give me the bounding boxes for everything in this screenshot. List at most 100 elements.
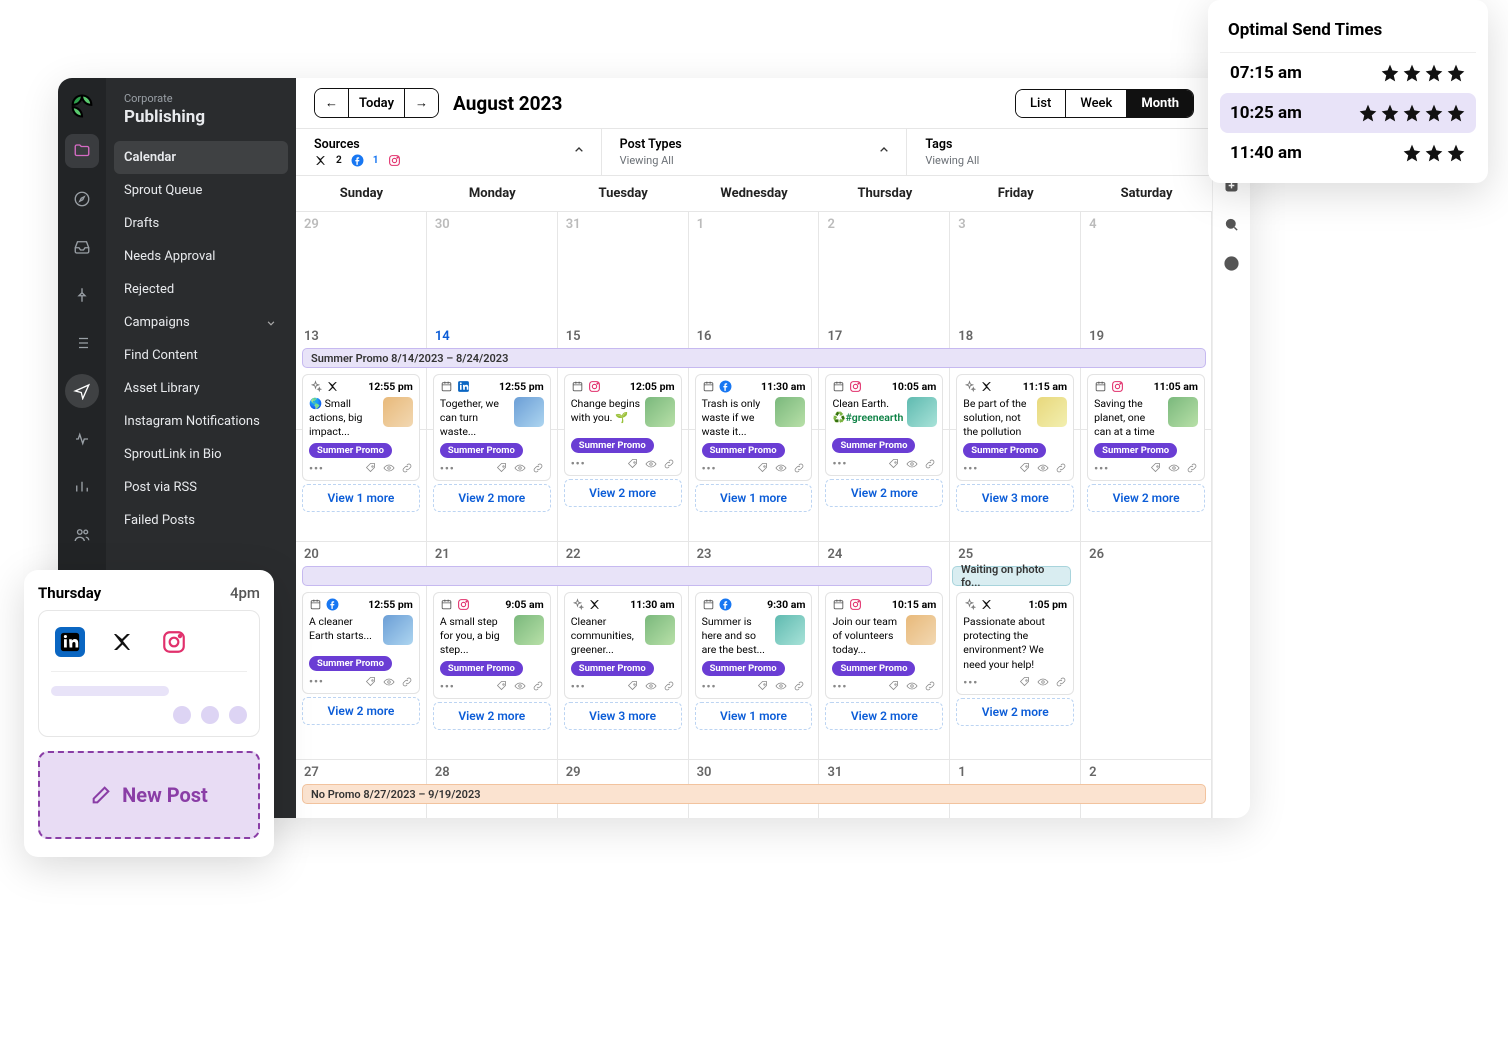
link-icon[interactable]: [1055, 676, 1067, 688]
view-more-button[interactable]: View 1 more: [302, 484, 420, 512]
campaign-band-no-promo[interactable]: No Promo 8/27/2023 – 9/19/2023: [302, 784, 1206, 804]
more-menu[interactable]: •••: [832, 680, 847, 693]
sidebar-item-sprout-queue[interactable]: Sprout Queue: [114, 174, 288, 207]
view-more-button[interactable]: View 2 more: [564, 479, 682, 507]
post-card[interactable]: 12:05 pm Change begins with you. 🌱 Summe…: [564, 374, 682, 476]
ost-row[interactable]: 10:25 am: [1220, 93, 1476, 133]
tag-icon[interactable]: [1019, 462, 1031, 474]
note-band-waiting[interactable]: Waiting on photo fo...: [952, 566, 1071, 586]
eye-icon[interactable]: [383, 676, 395, 688]
eye-icon[interactable]: [1037, 462, 1049, 474]
tag-icon[interactable]: [888, 458, 900, 470]
eye-icon[interactable]: [775, 680, 787, 692]
prev-button[interactable]: ←: [315, 89, 348, 117]
view-week[interactable]: Week: [1065, 90, 1126, 117]
eye-icon[interactable]: [383, 462, 395, 474]
ost-row[interactable]: 07:15 am: [1220, 53, 1476, 93]
tag-icon[interactable]: [1150, 462, 1162, 474]
post-card[interactable]: 12:55 pm Together, we can turn waste... …: [433, 374, 551, 481]
eye-icon[interactable]: [645, 458, 657, 470]
view-more-button[interactable]: View 1 more: [695, 484, 813, 512]
link-icon[interactable]: [793, 462, 805, 474]
more-menu[interactable]: •••: [440, 680, 455, 693]
nav-compass-icon[interactable]: [65, 182, 99, 216]
nav-inbox-icon[interactable]: [65, 230, 99, 264]
view-more-button[interactable]: View 1 more: [695, 702, 813, 730]
view-month[interactable]: Month: [1126, 90, 1193, 117]
sidebar-item-post-via-rss[interactable]: Post via RSS: [114, 471, 288, 504]
more-menu[interactable]: •••: [571, 457, 586, 470]
link-icon[interactable]: [663, 458, 675, 470]
more-menu[interactable]: •••: [832, 457, 847, 470]
link-icon[interactable]: [532, 680, 544, 692]
filter-tags[interactable]: Tags Viewing All: [907, 129, 1212, 175]
link-icon[interactable]: [924, 680, 936, 692]
eye-icon[interactable]: [645, 680, 657, 692]
link-icon[interactable]: [532, 462, 544, 474]
linkedin-icon[interactable]: [55, 627, 85, 657]
view-more-button[interactable]: View 2 more: [825, 702, 943, 730]
view-more-button[interactable]: View 2 more: [825, 479, 943, 507]
more-menu[interactable]: •••: [702, 680, 717, 693]
more-menu[interactable]: •••: [309, 675, 324, 688]
sidebar-item-find-content[interactable]: Find Content: [114, 339, 288, 372]
view-more-button[interactable]: View 2 more: [302, 697, 420, 725]
more-menu[interactable]: •••: [702, 462, 717, 475]
view-more-button[interactable]: View 3 more: [564, 702, 682, 730]
eye-icon[interactable]: [514, 680, 526, 692]
post-card[interactable]: 11:05 am Saving the planet, one can at a…: [1087, 374, 1205, 481]
filter-post-types[interactable]: Post Types Viewing All: [602, 129, 908, 175]
post-card[interactable]: 12:55 pm A cleaner Earth starts... Summe…: [302, 592, 420, 694]
x-icon[interactable]: [107, 627, 137, 657]
post-card[interactable]: 9:30 am Summer is here and so are the be…: [695, 592, 813, 699]
eye-icon[interactable]: [1037, 676, 1049, 688]
view-more-button[interactable]: View 2 more: [433, 484, 551, 512]
search-icon[interactable]: [1223, 216, 1240, 237]
eye-icon[interactable]: [775, 462, 787, 474]
nav-pulse-icon[interactable]: [65, 422, 99, 456]
view-more-button[interactable]: View 2 more: [1087, 484, 1205, 512]
filter-sources[interactable]: Sources 2 1: [296, 129, 602, 175]
nav-people-icon[interactable]: [65, 518, 99, 552]
tag-icon[interactable]: [757, 462, 769, 474]
sidebar-item-calendar[interactable]: Calendar: [114, 141, 288, 174]
nav-send-icon[interactable]: [65, 374, 99, 408]
sidebar-item-asset-library[interactable]: Asset Library: [114, 372, 288, 405]
eye-icon[interactable]: [906, 680, 918, 692]
eye-icon[interactable]: [906, 458, 918, 470]
sidebar-item-campaigns[interactable]: Campaigns: [114, 306, 288, 339]
more-menu[interactable]: •••: [963, 462, 978, 475]
help-icon[interactable]: [1223, 255, 1240, 276]
post-card[interactable]: 11:15 am Be part of the solution, not th…: [956, 374, 1074, 481]
nav-bars-icon[interactable]: [65, 470, 99, 504]
view-more-button[interactable]: View 2 more: [956, 698, 1074, 726]
more-menu[interactable]: •••: [1094, 462, 1109, 475]
link-icon[interactable]: [663, 680, 675, 692]
campaign-band-summer-promo[interactable]: Summer Promo 8/14/2023 – 8/24/2023: [302, 348, 1206, 368]
calendar-cell[interactable]: 26: [1081, 542, 1212, 760]
nav-pin-icon[interactable]: [65, 278, 99, 312]
sidebar-item-sproutlink-in-bio[interactable]: SproutLink in Bio: [114, 438, 288, 471]
link-icon[interactable]: [401, 462, 413, 474]
post-card[interactable]: 11:30 am Cleaner communities, greener...…: [564, 592, 682, 699]
tag-icon[interactable]: [496, 680, 508, 692]
view-more-button[interactable]: View 3 more: [956, 484, 1074, 512]
sidebar-item-instagram-notifications[interactable]: Instagram Notifications: [114, 405, 288, 438]
tag-icon[interactable]: [627, 680, 639, 692]
today-button[interactable]: Today: [348, 89, 404, 117]
more-menu[interactable]: •••: [309, 462, 324, 475]
more-menu[interactable]: •••: [440, 462, 455, 475]
new-post-button[interactable]: New Post: [38, 751, 260, 839]
sidebar-item-needs-approval[interactable]: Needs Approval: [114, 240, 288, 273]
sidebar-item-drafts[interactable]: Drafts: [114, 207, 288, 240]
sidebar-item-failed-posts[interactable]: Failed Posts: [114, 504, 288, 537]
nav-folder-icon[interactable]: [65, 134, 99, 168]
link-icon[interactable]: [401, 676, 413, 688]
tag-icon[interactable]: [757, 680, 769, 692]
tag-icon[interactable]: [627, 458, 639, 470]
tag-icon[interactable]: [496, 462, 508, 474]
post-card[interactable]: 9:05 am A small step for you, a big step…: [433, 592, 551, 699]
post-card[interactable]: 1:05 pm Passionate about protecting the …: [956, 592, 1074, 695]
link-icon[interactable]: [793, 680, 805, 692]
tag-icon[interactable]: [365, 462, 377, 474]
